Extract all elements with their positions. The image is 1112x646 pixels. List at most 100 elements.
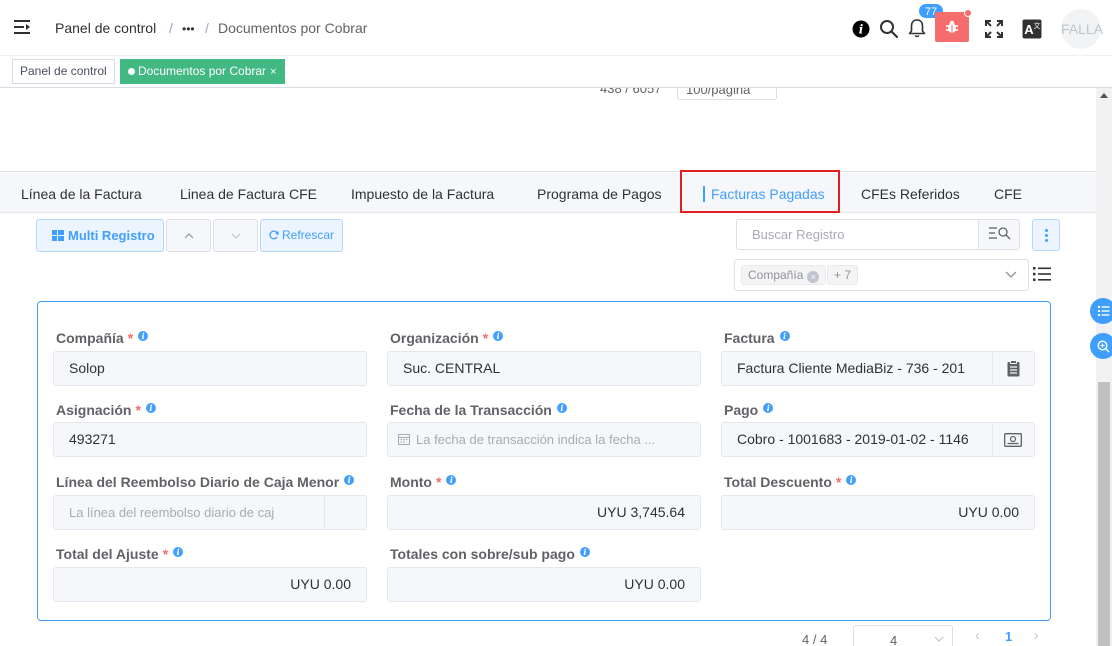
close-icon[interactable]: ×	[807, 271, 820, 283]
transaction-date-placeholder: La fecha de transacción indica la fecha …	[416, 432, 656, 447]
tag-label: Documentos por Cobrar	[138, 64, 267, 78]
search-icon[interactable]	[879, 19, 899, 39]
tab-invoice-line[interactable]: Línea de la Factura	[21, 186, 142, 202]
scrollbar-thumb[interactable]	[1098, 382, 1110, 646]
close-icon[interactable]: ×	[270, 66, 276, 78]
next-record-button[interactable]	[213, 219, 258, 252]
discount-total-field[interactable]: UYU 0.00	[721, 495, 1035, 530]
payment-field[interactable]: Cobro - 1001683 - 2019-01-02 - 1146	[721, 422, 1035, 457]
svg-text:i: i	[859, 23, 864, 37]
search-list-icon	[989, 227, 1011, 240]
record-form-card: Compañía * i Solop Organización * i Suc. CEN…	[37, 301, 1051, 621]
fullscreen-icon[interactable]	[984, 19, 1004, 39]
bottom-pagination: 4 / 4 4 ‹ 1 ›	[0, 624, 1096, 646]
more-options-button[interactable]	[1032, 219, 1060, 251]
refresh-icon	[269, 230, 279, 240]
floating-list-button[interactable]	[1090, 298, 1112, 324]
tag-dashboard[interactable]: Panel de control	[12, 59, 115, 84]
breadcrumb-ellipsis[interactable]: •••	[182, 22, 195, 36]
scroll-up-arrow-icon[interactable]	[1100, 93, 1108, 98]
amount-field[interactable]: UYU 3,745.64	[387, 495, 701, 530]
bug-report-button[interactable]	[935, 9, 972, 42]
tag-documentos-por-cobrar[interactable]: Documentos por Cobrar ×	[120, 59, 285, 84]
translate-icon[interactable]: A 文	[1022, 19, 1043, 39]
filter-fields-select[interactable]: Compañía × + 7	[734, 259, 1029, 291]
top-pager-controls[interactable]	[810, 88, 1030, 92]
active-dot-icon	[128, 68, 135, 75]
search-button[interactable]	[978, 220, 1019, 249]
invoice-value: Factura Cliente MediaBiz - 736 - 201	[737, 360, 965, 376]
info-icon[interactable]: i	[446, 475, 457, 485]
info-icon[interactable]: i	[556, 403, 567, 413]
kebab-icon	[1045, 229, 1048, 232]
vertical-scrollbar[interactable]	[1096, 88, 1112, 646]
multi-record-label: Multi Registro	[68, 228, 155, 243]
info-icon[interactable]: i	[173, 547, 184, 557]
tab-referenced-cfes[interactable]: CFEs Referidos	[861, 186, 960, 202]
info-icon[interactable]: i	[145, 403, 156, 413]
bell-icon[interactable]	[907, 18, 927, 38]
invoice-label: Factura i	[724, 330, 790, 346]
bottom-page-size-select[interactable]: 4	[853, 625, 953, 646]
breadcrumb-current: Documentos por Cobrar	[218, 20, 368, 36]
hamburger-menu-icon[interactable]	[14, 20, 30, 34]
top-page-size-select[interactable]: 100/página	[677, 88, 777, 100]
filter-chip-label: Compañía	[748, 268, 804, 282]
tab-cfe-invoice-line[interactable]: Linea de Factura CFE	[180, 186, 317, 202]
chevron-down-icon	[1005, 271, 1017, 278]
zoom-in-icon	[1097, 340, 1110, 353]
page-number-current[interactable]: 1	[1005, 629, 1012, 644]
petty-cash-line-placeholder: La línea del reembolso diario de caj	[69, 505, 275, 520]
adjustment-total-label: Total del Ajuste * i	[56, 546, 184, 562]
info-icon[interactable]: i	[779, 331, 790, 341]
filter-more-chip: + 7	[827, 265, 859, 285]
info-icon[interactable]: i	[493, 331, 504, 341]
top-pagination-range: 438 / 6057	[600, 88, 662, 96]
invoice-lookup-button[interactable]	[992, 352, 1034, 385]
breadcrumb-dashboard[interactable]: Panel de control	[55, 20, 156, 36]
info-icon[interactable]: i	[579, 547, 590, 557]
bug-indicator-dot	[964, 9, 972, 17]
allocation-field[interactable]: 493271	[53, 422, 367, 457]
allocation-label: Asignación * i	[56, 402, 156, 418]
floating-zoom-button[interactable]	[1090, 333, 1112, 359]
petty-cash-line-field[interactable]: La línea del reembolso diario de caj	[53, 495, 367, 530]
organization-label: Organización * i	[390, 330, 504, 346]
svg-text:文: 文	[1034, 21, 1041, 30]
over-under-total-label: Totales con sobre/sub pago i	[390, 546, 590, 562]
multi-record-button[interactable]: Multi Registro	[36, 219, 164, 252]
breadcrumb-separator: /	[205, 20, 209, 36]
prev-page-button[interactable]: ‹	[975, 627, 980, 643]
tab-invoice-tax[interactable]: Impuesto de la Factura	[351, 186, 494, 202]
payment-value: Cobro - 1001683 - 2019-01-02 - 1146	[737, 431, 969, 447]
over-under-total-field[interactable]: UYU 0.00	[387, 567, 701, 602]
invoice-field[interactable]: Factura Cliente MediaBiz - 736 - 201	[721, 351, 1035, 386]
tab-payment-schedule[interactable]: Programa de Pagos	[537, 186, 662, 202]
user-avatar[interactable]: FALLA	[1061, 9, 1103, 49]
chevron-down-icon	[231, 233, 240, 239]
organization-field[interactable]: Suc. CENTRAL	[387, 351, 701, 386]
refresh-button[interactable]: Refrescar	[260, 219, 343, 252]
payment-lookup-button[interactable]	[992, 423, 1034, 456]
chevron-down-icon	[934, 636, 944, 642]
next-page-button[interactable]: ›	[1034, 627, 1039, 643]
detail-tabs: Línea de la Factura Linea de Factura CFE…	[0, 173, 1096, 213]
tab-cfe[interactable]: CFE	[994, 186, 1022, 202]
info-icon[interactable]: i	[852, 20, 870, 38]
info-icon[interactable]: i	[138, 331, 149, 341]
adjustment-total-field[interactable]: UYU 0.00	[53, 567, 367, 602]
search-input[interactable]	[737, 220, 978, 249]
petty-cash-lookup-button[interactable]	[324, 496, 366, 529]
active-tab-highlight-box	[680, 170, 840, 213]
bug-icon	[946, 20, 958, 33]
bottom-page-size-value: 4	[890, 633, 898, 646]
info-icon[interactable]: i	[763, 403, 774, 413]
info-icon[interactable]: i	[344, 475, 355, 485]
previous-record-button[interactable]	[166, 219, 211, 252]
column-list-icon[interactable]	[1033, 266, 1051, 282]
company-field[interactable]: Solop	[53, 351, 367, 386]
transaction-date-field[interactable]: La fecha de transacción indica la fecha …	[387, 422, 701, 457]
transaction-date-label: Fecha de la Transacción i	[390, 402, 567, 418]
info-icon[interactable]: i	[846, 475, 857, 485]
record-search	[736, 219, 1020, 250]
